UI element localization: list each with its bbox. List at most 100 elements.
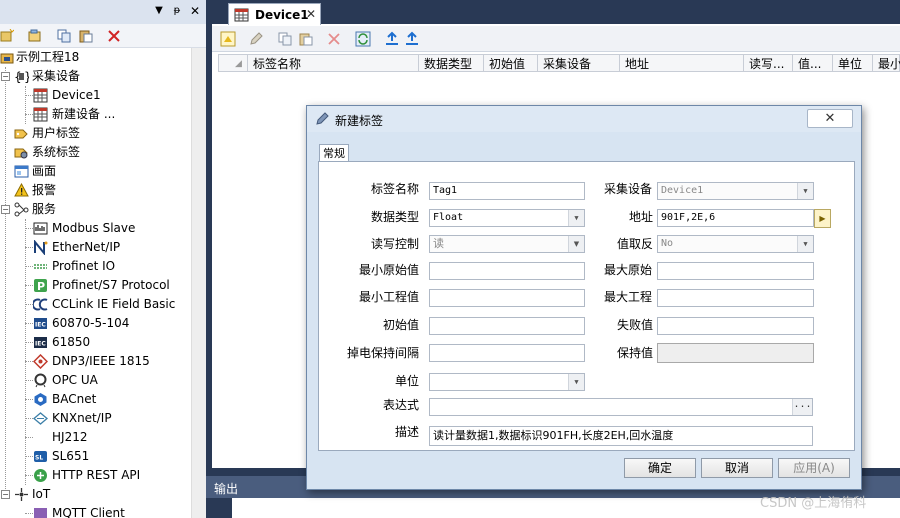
chevron-down-icon[interactable]: ▼ bbox=[797, 236, 813, 252]
column-header-min[interactable]: 最小 bbox=[878, 56, 900, 72]
delete-icon[interactable] bbox=[327, 32, 341, 46]
dialog-close-button[interactable]: ✕ bbox=[807, 109, 853, 128]
tree-item-user-tags[interactable]: 用户标签 bbox=[0, 124, 191, 143]
dialog-titlebar[interactable]: 新建标签 ✕ bbox=[307, 106, 861, 132]
panel-close-icon[interactable]: ✕ bbox=[188, 4, 202, 18]
tree-item-iec-61850[interactable]: IEC 61850 bbox=[0, 333, 191, 352]
tree-item-device1[interactable]: Device1 bbox=[0, 86, 191, 105]
tree-connector bbox=[25, 228, 33, 229]
column-header-acq-device[interactable]: 采集设备 bbox=[543, 56, 591, 72]
retain-value-field[interactable] bbox=[657, 343, 814, 363]
value-invert-label: 值取反 bbox=[617, 237, 654, 251]
column-header-address[interactable]: 地址 bbox=[625, 56, 649, 72]
paste-icon[interactable] bbox=[299, 32, 313, 46]
copy-icon[interactable] bbox=[57, 29, 71, 43]
tree-item-mqtt-client[interactable]: MQTT Client bbox=[0, 504, 191, 518]
svg-text:IEC: IEC bbox=[35, 322, 46, 329]
max-raw-input[interactable] bbox=[657, 262, 814, 280]
tree-item-acquisition-devices[interactable]: − {} 采集设备 bbox=[0, 67, 191, 86]
tree-item-bacnet[interactable]: BACnet bbox=[0, 390, 191, 409]
tree-item-sl651[interactable]: SL SL651 bbox=[0, 447, 191, 466]
panel-pin-icon[interactable]: ᵽ bbox=[170, 4, 184, 18]
tree-item-cclink[interactable]: CCLink IE Field Basic bbox=[0, 295, 191, 314]
value-invert-select[interactable]: No ▼ bbox=[657, 235, 814, 253]
paste-icon[interactable] bbox=[79, 29, 93, 43]
export-icon[interactable] bbox=[384, 31, 400, 47]
address-input[interactable]: 901F,2E,6 bbox=[657, 209, 814, 227]
knx-icon bbox=[33, 412, 48, 425]
expression-input[interactable]: ... bbox=[429, 398, 813, 416]
address-picker-button[interactable]: ▶ bbox=[814, 209, 831, 228]
mqtt-icon bbox=[34, 508, 47, 518]
fail-value-input[interactable] bbox=[657, 317, 814, 335]
collapse-toggle-icon[interactable]: − bbox=[1, 72, 10, 81]
import-icon[interactable] bbox=[404, 31, 420, 47]
collapse-toggle-icon[interactable]: − bbox=[1, 490, 10, 499]
min-raw-input[interactable] bbox=[429, 262, 585, 280]
add-tag-icon[interactable] bbox=[220, 31, 236, 47]
tree-item-opc-ua[interactable]: OPC UA bbox=[0, 371, 191, 390]
new-device-icon bbox=[33, 107, 48, 122]
tree-item-dnp3[interactable]: DNP3/IEEE 1815 bbox=[0, 352, 191, 371]
description-input[interactable]: 读计量数据1,数据标识901FH,长度2EH,回水温度 bbox=[429, 426, 813, 446]
column-header-unit[interactable]: 单位 bbox=[838, 56, 862, 72]
tree-item-new-device[interactable]: 新建设备 ... bbox=[0, 105, 191, 124]
edit-tag-icon[interactable] bbox=[249, 32, 263, 46]
tree-connector bbox=[25, 361, 33, 362]
tree-item-http-rest[interactable]: HTTP REST API bbox=[0, 466, 191, 485]
cancel-button[interactable]: 取消 bbox=[701, 458, 773, 478]
panel-dropdown-icon[interactable]: ▼ bbox=[152, 4, 166, 18]
column-separator bbox=[743, 55, 744, 71]
tree-item-profinet-io[interactable]: Profinet IO bbox=[0, 257, 191, 276]
project-icon bbox=[0, 53, 14, 64]
collapse-toggle-icon[interactable]: − bbox=[1, 205, 10, 214]
tree-item-system-tags[interactable]: 系统标签 bbox=[0, 143, 191, 162]
tab-device1[interactable]: Device1 ✕ bbox=[228, 3, 321, 25]
acq-device-select[interactable]: Device1 ▼ bbox=[657, 182, 814, 200]
chevron-down-icon[interactable]: ▼ bbox=[568, 374, 584, 390]
unit-select[interactable]: ▼ bbox=[429, 373, 585, 391]
delete-icon[interactable] bbox=[107, 29, 121, 43]
ok-button[interactable]: 确定 bbox=[624, 458, 696, 478]
column-header-data-type[interactable]: 数据类型 bbox=[424, 56, 472, 72]
max-eng-input[interactable] bbox=[657, 289, 814, 307]
tree-item-hj212[interactable]: HJ212 bbox=[0, 428, 191, 447]
apply-button[interactable]: 应用(A) bbox=[778, 458, 850, 478]
new-item-icon[interactable] bbox=[0, 29, 14, 43]
column-header-value[interactable]: 值... bbox=[798, 56, 821, 72]
tree-item-iec-104[interactable]: IEC 60870-5-104 bbox=[0, 314, 191, 333]
initial-value-input[interactable] bbox=[429, 317, 585, 335]
tree-item-screens[interactable]: 画面 bbox=[0, 162, 191, 181]
tree-item-services[interactable]: − 服务 bbox=[0, 200, 191, 219]
close-tab-icon[interactable]: ✕ bbox=[306, 7, 316, 21]
refresh-icon[interactable] bbox=[355, 31, 371, 47]
tag-pen-icon bbox=[316, 112, 329, 125]
tree-item-alarms[interactable]: 报警 bbox=[0, 181, 191, 200]
initial-value-label: 初始值 bbox=[382, 318, 419, 332]
tree-item-modbus-slave[interactable]: Modbus Slave bbox=[0, 219, 191, 238]
tree-item-project[interactable]: 示例工程18 bbox=[0, 48, 191, 67]
min-eng-input[interactable] bbox=[429, 289, 585, 307]
acquisition-devices-icon: {} bbox=[14, 70, 29, 84]
output-panel-title[interactable]: 输出 bbox=[214, 480, 238, 497]
tree-item-iot[interactable]: − IoT bbox=[0, 485, 191, 504]
data-type-select[interactable]: Float ▼ bbox=[429, 209, 585, 227]
chevron-down-icon[interactable]: ▼ bbox=[568, 236, 584, 252]
column-header-initial-value[interactable]: 初始值 bbox=[489, 56, 525, 72]
chevron-down-icon[interactable]: ▼ bbox=[568, 210, 584, 226]
chevron-down-icon[interactable]: ▼ bbox=[797, 183, 813, 199]
tree-item-knx[interactable]: KNXnet/IP bbox=[0, 409, 191, 428]
select-all-corner-icon[interactable]: ◢ bbox=[235, 56, 242, 72]
tab-general[interactable]: 常规 bbox=[319, 144, 349, 162]
column-header-tag-name[interactable]: 标签名称 bbox=[253, 56, 301, 72]
tag-name-input[interactable]: Tag1 bbox=[429, 182, 585, 200]
tree-item-ethernet-ip[interactable]: EtherNet/IP bbox=[0, 238, 191, 257]
properties-icon[interactable] bbox=[28, 29, 42, 43]
expression-editor-button[interactable]: ... bbox=[792, 399, 812, 415]
column-header-rw[interactable]: 读写... bbox=[749, 56, 784, 72]
tree-scrollbar[interactable] bbox=[191, 48, 206, 518]
copy-icon[interactable] bbox=[278, 32, 292, 46]
tree-item-profinet-s7[interactable]: P Profinet/S7 Protocol bbox=[0, 276, 191, 295]
power-loss-interval-input[interactable] bbox=[429, 344, 585, 362]
rw-control-select[interactable]: 读 ▼ bbox=[429, 235, 585, 253]
